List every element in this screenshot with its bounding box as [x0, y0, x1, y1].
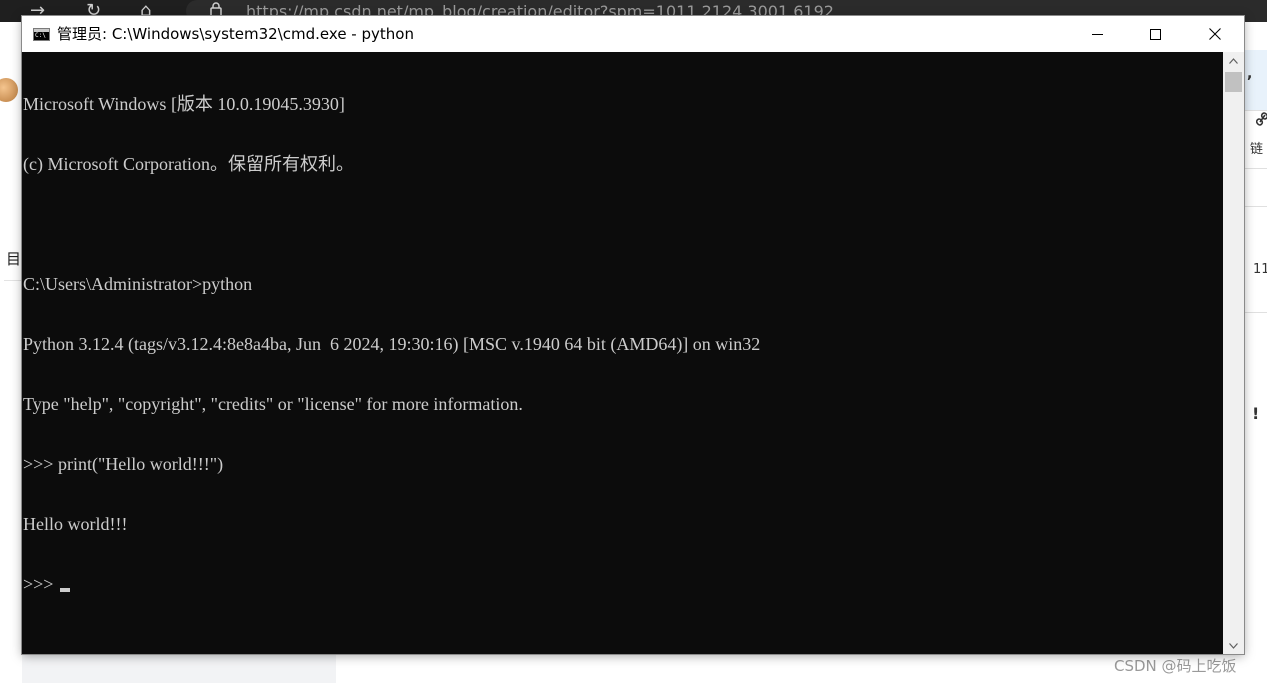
chevron-down-icon: [1229, 642, 1238, 649]
minimize-button[interactable]: [1068, 16, 1126, 52]
background-panel: [336, 654, 366, 683]
scroll-thumb[interactable]: [1225, 72, 1242, 92]
chevron-up-icon: [1229, 57, 1238, 64]
divider: [1244, 206, 1267, 207]
console-prompt-line[interactable]: >>>: [23, 574, 760, 594]
console-line: (c) Microsoft Corporation。保留所有权利。: [23, 154, 354, 174]
console-line: Python 3.12.4 (tags/v3.12.4:8e8a4ba, Jun…: [23, 334, 761, 354]
scroll-up-button[interactable]: [1223, 52, 1244, 69]
divider: [1244, 312, 1267, 313]
link-icon[interactable]: [1256, 112, 1267, 126]
console-line: Microsoft Windows [版本 10.0.19045.3930]: [23, 94, 345, 114]
console-line: >>> print("Hello world!!!"): [23, 454, 224, 474]
close-button[interactable]: [1186, 16, 1244, 52]
divider: [1244, 110, 1267, 111]
maximize-icon: [1149, 28, 1161, 40]
minimize-icon: [1091, 33, 1103, 35]
vertical-scrollbar[interactable]: [1223, 52, 1244, 654]
text-cursor: [59, 588, 70, 592]
title-bar[interactable]: 管理员: C:\Windows\system32\cmd.exe - pytho…: [22, 16, 1244, 52]
console-output[interactable]: Microsoft Windows [版本 10.0.19045.3930] (…: [22, 52, 1223, 654]
background-right-label: ,: [1247, 66, 1253, 82]
background-page-right: , 链 11 !: [1244, 22, 1267, 683]
watermark: CSDN @码上吃饭: [1114, 657, 1237, 675]
background-right-label: 11: [1253, 262, 1267, 277]
divider: [4, 280, 22, 281]
background-right-label: 链: [1250, 142, 1264, 157]
background-left-label: 目: [6, 250, 22, 268]
console-line: Type "help", "copyright", "credits" or "…: [23, 394, 523, 414]
background-right-label: !: [1252, 404, 1260, 423]
divider: [1244, 168, 1267, 169]
avatar: [0, 78, 18, 102]
console-prompt: >>>: [23, 574, 58, 594]
background-page-left: 目: [0, 22, 22, 683]
console-text: Microsoft Windows [版本 10.0.19045.3930] (…: [23, 54, 760, 634]
lock-icon: [210, 2, 222, 16]
console-line: Hello world!!!: [23, 514, 128, 534]
close-icon: [1209, 28, 1221, 40]
scroll-down-button[interactable]: [1223, 637, 1244, 654]
cmd-app-icon[interactable]: [33, 28, 50, 41]
screen: → ↻ ⌂ https://mp.csdn.net/mp_blog/creati…: [0, 0, 1267, 683]
console-line: C:\Users\Administrator>python: [23, 274, 253, 294]
window-title: 管理员: C:\Windows\system32\cmd.exe - pytho…: [57, 25, 414, 43]
background-banner: ,: [1244, 50, 1267, 110]
maximize-button[interactable]: [1126, 16, 1184, 52]
background-panel: [366, 654, 1244, 683]
console-window[interactable]: 管理员: C:\Windows\system32\cmd.exe - pytho…: [22, 16, 1244, 654]
